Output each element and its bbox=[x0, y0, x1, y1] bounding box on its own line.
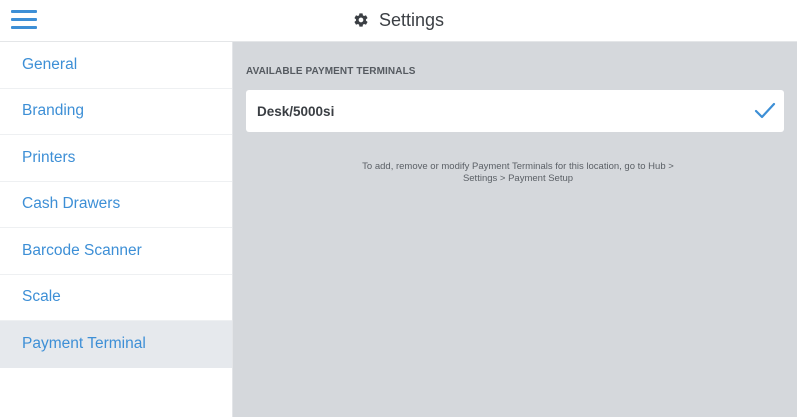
sidebar-item-label: Branding bbox=[22, 102, 85, 120]
sidebar-item-label: Scale bbox=[22, 288, 61, 306]
terminal-name: Desk/5000si bbox=[257, 103, 335, 119]
sidebar-item-label: Cash Drawers bbox=[22, 195, 121, 213]
section-label: AVAILABLE PAYMENT TERMINALS bbox=[246, 66, 416, 77]
sidebar-item-scale[interactable]: Scale bbox=[0, 275, 232, 321]
page-title: Settings bbox=[378, 9, 445, 30]
sidebar-item-label: Printers bbox=[22, 148, 76, 166]
info-text-line: Settings > Payment Setup bbox=[462, 173, 574, 184]
payment-setup-info-text: To add, remove or modify Payment Termina… bbox=[323, 161, 713, 185]
sidebar-item-cash-drawers[interactable]: Cash Drawers bbox=[0, 182, 232, 228]
sidebar-item-barcode-scanner[interactable]: Barcode Scanner bbox=[0, 228, 232, 275]
payment-terminal-row[interactable]: Desk/5000si bbox=[246, 90, 784, 132]
sidebar-item-payment-terminal[interactable]: Payment Terminal bbox=[0, 321, 232, 368]
header-bar: Settings bbox=[0, 0, 797, 42]
sidebar-item-general[interactable]: General bbox=[0, 42, 232, 89]
settings-sidebar: General Branding Printers Cash Drawers B… bbox=[0, 42, 233, 417]
settings-app: Settings General Branding Printers Cash … bbox=[0, 0, 797, 417]
sidebar-item-label: General bbox=[22, 55, 78, 73]
sidebar-item-branding[interactable]: Branding bbox=[0, 89, 232, 135]
checkmark-icon bbox=[754, 102, 776, 119]
sidebar-item-label: Payment Terminal bbox=[22, 335, 146, 353]
sidebar-item-label: Barcode Scanner bbox=[22, 241, 142, 259]
gear-icon bbox=[354, 13, 368, 27]
header-title-group: Settings bbox=[0, 0, 797, 40]
sidebar-item-printers[interactable]: Printers bbox=[0, 135, 232, 182]
info-text-line: To add, remove or modify Payment Termina… bbox=[362, 161, 674, 172]
main-panel: AVAILABLE PAYMENT TERMINALS Desk/5000si … bbox=[233, 42, 797, 417]
